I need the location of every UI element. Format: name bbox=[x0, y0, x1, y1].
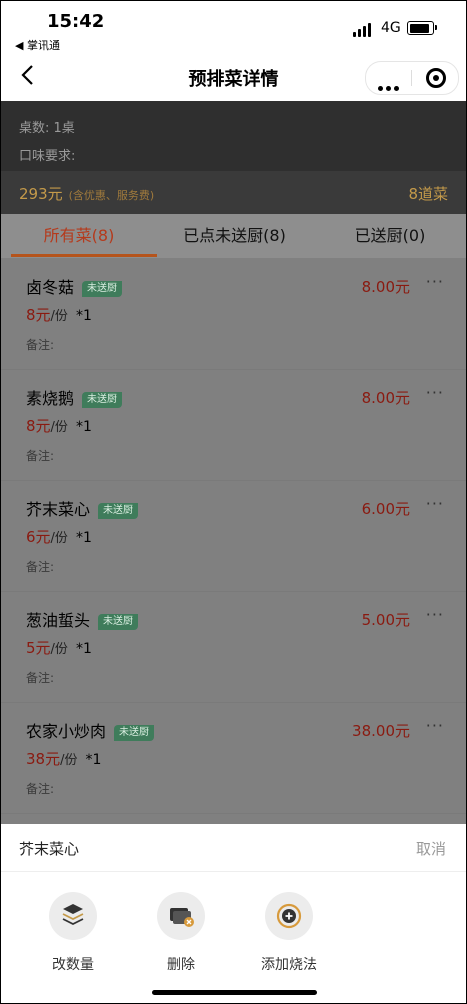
unit-per: /份 bbox=[50, 420, 68, 435]
dish-item[interactable]: 葱油蜇头 未送厨 5元/份 *1 备注: 5.00元 ··· bbox=[1, 591, 466, 703]
action-sheet: 芥末菜心 取消 改数量 删除 添加烧法 bbox=[1, 824, 466, 1003]
unit-price: 38元 bbox=[26, 750, 61, 768]
remark-label: 备注: bbox=[26, 671, 55, 685]
order-summary: 293元 (含优惠、服务费) 8道菜 bbox=[1, 171, 466, 214]
close-target-icon[interactable] bbox=[426, 68, 446, 88]
more-options-icon[interactable]: ··· bbox=[426, 272, 444, 291]
quantity: *1 bbox=[75, 308, 92, 324]
remark-label: 备注: bbox=[26, 449, 55, 463]
home-indicator bbox=[152, 990, 317, 995]
quantity: *1 bbox=[85, 752, 102, 768]
tab-sent[interactable]: 已送厨(0) bbox=[312, 214, 466, 258]
tab-all-dishes[interactable]: 所有菜(8) bbox=[1, 214, 157, 258]
dish-tabs: 所有菜(8) 已点未送厨(8) 已送厨(0) bbox=[1, 214, 466, 258]
unit-per: /份 bbox=[50, 309, 68, 324]
unit-price: 8元 bbox=[26, 306, 51, 324]
dish-total: 8.00元 bbox=[361, 278, 410, 296]
dish-total: 5.00元 bbox=[361, 611, 410, 629]
total-price: 293元 (含优惠、服务费) bbox=[19, 183, 154, 204]
active-tab-indicator bbox=[11, 254, 157, 257]
dish-name: 卤冬菇 bbox=[26, 278, 75, 297]
unit-per: /份 bbox=[50, 642, 68, 657]
order-info-panel: 桌数: 1桌 口味要求: bbox=[1, 101, 466, 171]
dish-total: 38.00元 bbox=[352, 722, 410, 740]
remark-label: 备注: bbox=[26, 560, 55, 574]
capsule-divider bbox=[411, 70, 412, 86]
app-frame: 15:42 ◀ 掌讯通 4G 预排菜详情 桌数: 1桌 口味要求: 293元 (含… bbox=[0, 0, 467, 1004]
status-badge: 未送厨 bbox=[114, 725, 155, 741]
status-badge: 未送厨 bbox=[82, 281, 123, 297]
battery-icon bbox=[407, 21, 437, 35]
change-quantity-button[interactable]: 改数量 bbox=[33, 892, 113, 974]
price-note: (含优惠、服务费) bbox=[68, 189, 155, 202]
dish-item[interactable]: 农家小炒肉 未送厨 38元/份 *1 备注: 38.00元 ··· bbox=[1, 702, 466, 814]
dish-name: 芥末菜心 bbox=[26, 500, 91, 519]
add-cooking-method-button[interactable]: 添加烧法 bbox=[249, 892, 329, 974]
status-time: 15:42 bbox=[47, 11, 105, 32]
quantity: *1 bbox=[75, 530, 92, 546]
more-icon[interactable] bbox=[378, 76, 402, 95]
more-options-icon[interactable]: ··· bbox=[426, 494, 444, 513]
quantity: *1 bbox=[75, 419, 92, 435]
action-sheet-title: 芥末菜心 bbox=[19, 840, 80, 858]
delete-card-icon bbox=[157, 892, 205, 940]
back-to-app-link[interactable]: ◀ 掌讯通 bbox=[15, 37, 60, 53]
remark-label: 备注: bbox=[26, 782, 55, 796]
total-price-value: 293元 bbox=[19, 185, 63, 203]
dish-total: 8.00元 bbox=[361, 389, 410, 407]
dish-count: 8道菜 bbox=[408, 185, 448, 203]
signal-icon bbox=[353, 23, 375, 37]
dish-item[interactable]: 卤冬菇 未送厨 8元/份 *1 备注: 8.00元 ··· bbox=[1, 258, 466, 370]
navigation-bar: 预排菜详情 bbox=[1, 53, 466, 101]
more-options-icon[interactable]: ··· bbox=[426, 383, 444, 402]
unit-price: 8元 bbox=[26, 417, 51, 435]
add-cooking-method-label: 添加烧法 bbox=[261, 957, 317, 973]
unit-price: 5元 bbox=[26, 639, 51, 657]
more-options-icon[interactable]: ··· bbox=[426, 605, 444, 624]
dish-name: 素烧鹅 bbox=[26, 389, 75, 408]
quantity: *1 bbox=[75, 641, 92, 657]
dish-list: 卤冬菇 未送厨 8元/份 *1 备注: 8.00元 ··· 素烧鹅 未送厨 8元/份 *… bbox=[1, 258, 466, 824]
status-bar: 15:42 ◀ 掌讯通 4G bbox=[1, 1, 466, 53]
sheet-divider bbox=[1, 871, 466, 872]
dish-total: 6.00元 bbox=[361, 500, 410, 518]
mini-program-capsule bbox=[365, 61, 459, 95]
add-circle-icon bbox=[265, 892, 313, 940]
network-type: 4G bbox=[381, 20, 401, 36]
tab-not-sent[interactable]: 已点未送厨(8) bbox=[157, 214, 312, 258]
status-badge: 未送厨 bbox=[82, 392, 123, 408]
delete-label: 删除 bbox=[167, 957, 195, 973]
taste-requirement: 口味要求: bbox=[19, 149, 76, 164]
cancel-button[interactable]: 取消 bbox=[416, 838, 446, 859]
delete-button[interactable]: 删除 bbox=[141, 892, 221, 974]
unit-per: /份 bbox=[60, 753, 78, 768]
dish-name: 农家小炒肉 bbox=[26, 722, 107, 741]
unit-per: /份 bbox=[50, 531, 68, 546]
dish-name: 葱油蜇头 bbox=[26, 611, 91, 630]
dish-item[interactable]: 芥末菜心 未送厨 6元/份 *1 备注: 6.00元 ··· bbox=[1, 480, 466, 592]
change-quantity-label: 改数量 bbox=[52, 957, 94, 973]
remark-label: 备注: bbox=[26, 338, 55, 352]
status-badge: 未送厨 bbox=[98, 503, 139, 519]
table-count: 桌数: 1桌 bbox=[19, 121, 75, 136]
more-options-icon[interactable]: ··· bbox=[426, 716, 444, 735]
status-badge: 未送厨 bbox=[98, 614, 139, 630]
dish-item[interactable]: 素烧鹅 未送厨 8元/份 *1 备注: 8.00元 ··· bbox=[1, 369, 466, 481]
layers-icon bbox=[49, 892, 97, 940]
unit-price: 6元 bbox=[26, 528, 51, 546]
